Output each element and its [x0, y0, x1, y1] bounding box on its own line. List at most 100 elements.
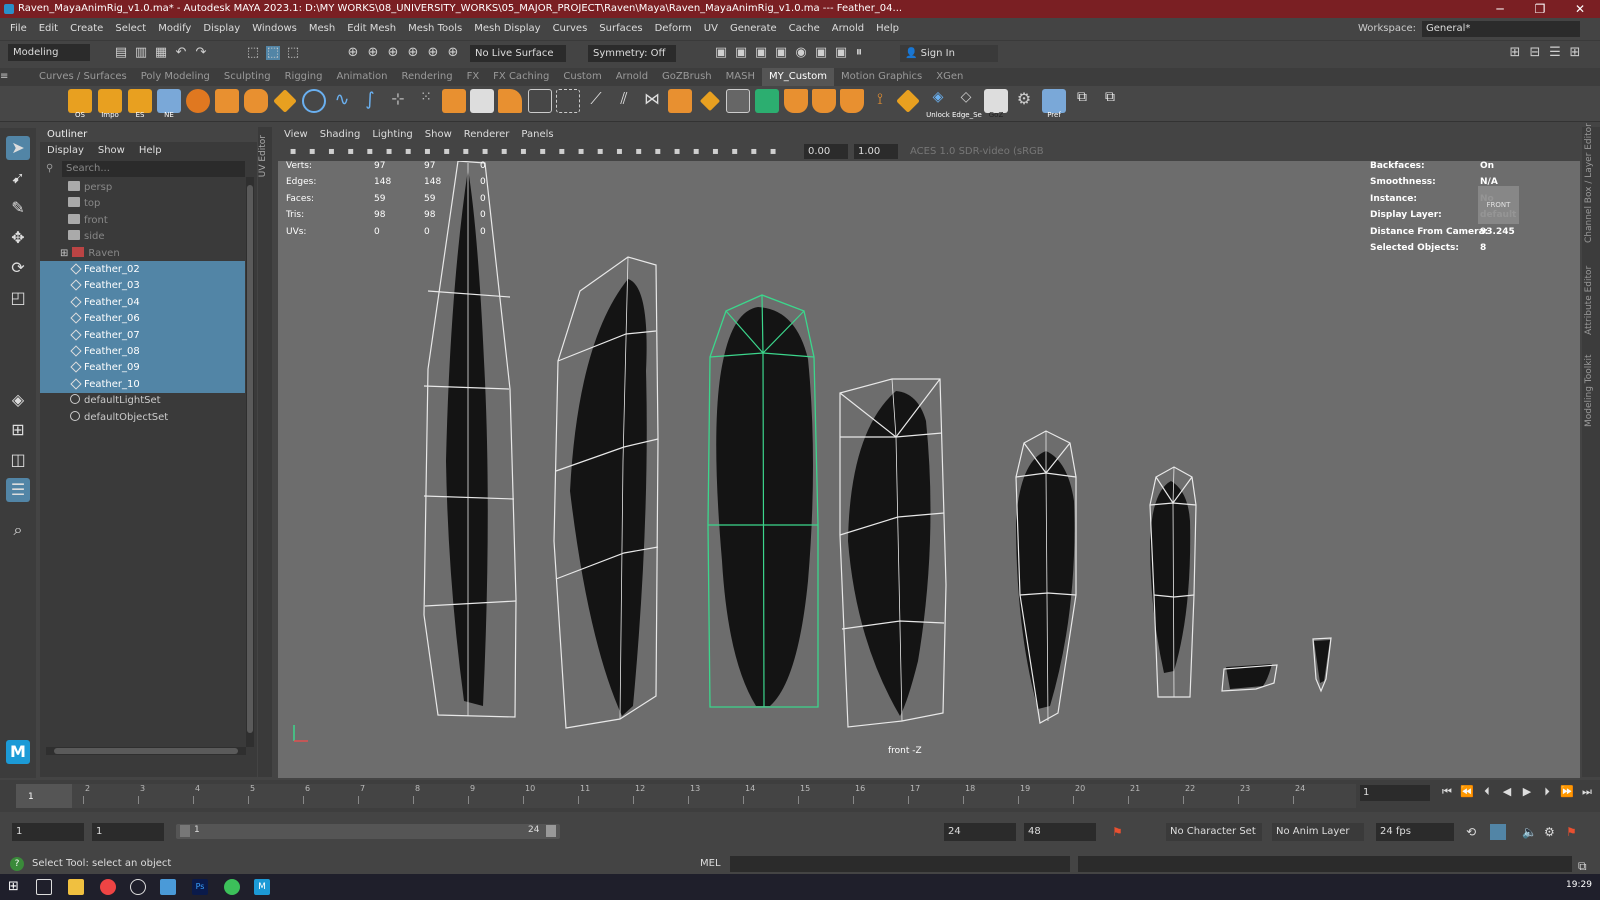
shelf-tab-arnold[interactable]: Arnold [609, 68, 655, 86]
menu-modify[interactable]: Modify [152, 18, 197, 40]
chrome-icon[interactable] [100, 879, 116, 895]
expand-icon[interactable]: ⊞ [60, 248, 68, 259]
modeling-toolkit-tab[interactable]: Modeling Toolkit [1584, 347, 1594, 427]
outliner-item[interactable]: defaultLightSet [40, 392, 245, 409]
playback-start-field[interactable]: 1 [92, 823, 164, 841]
shelf-tab-animation[interactable]: Animation [330, 68, 395, 86]
anim-layer-dropdown[interactable]: No Anim Layer [1272, 823, 1364, 841]
insert-edge-loop-icon[interactable]: ⫽ [612, 89, 636, 113]
outliner-menu-help[interactable]: Help [132, 142, 169, 160]
separate-icon[interactable] [699, 90, 721, 112]
feather-09[interactable] [1221, 664, 1278, 692]
sign-in-button[interactable]: 👤 Sign In [900, 45, 998, 62]
shelf-tab-mash[interactable]: MASH [719, 68, 762, 86]
step-back-key-icon[interactable]: ⏪ [1460, 785, 1474, 799]
maya-task-icon[interactable]: M [254, 879, 270, 895]
feather-04-selected[interactable] [707, 294, 819, 708]
attribute-editor-icon[interactable]: ⊟ [1528, 46, 1542, 60]
outliner-scroll-thumb[interactable] [247, 185, 253, 733]
step-forward-frame-icon[interactable]: ⏵ [1540, 785, 1554, 799]
paint-weights-icon[interactable] [812, 89, 836, 113]
whatsapp-icon[interactable] [224, 879, 240, 895]
auto-key-icon[interactable]: ⚑ [1112, 825, 1123, 839]
outliner-item[interactable]: side [40, 228, 245, 245]
step-back-frame-icon[interactable]: ⏴ [1480, 785, 1494, 799]
outliner-item[interactable]: Feather_09 [40, 359, 245, 377]
current-time-indicator[interactable]: 1 [16, 784, 72, 808]
joint-tool-icon[interactable]: ⊹ [386, 89, 410, 113]
start-icon[interactable]: ⊞ [8, 879, 24, 895]
mel-command-input[interactable] [730, 856, 1070, 872]
shelf-tab-poly-modeling[interactable]: Poly Modeling [134, 68, 217, 86]
select-hierarchy-icon[interactable]: ⬚ [246, 46, 260, 60]
outliner-item[interactable]: Feather_10 [40, 375, 245, 393]
shelf-tab-rendering[interactable]: Rendering [394, 68, 459, 86]
maya-home-icon[interactable]: M [6, 740, 30, 764]
cluster-icon[interactable] [896, 89, 920, 113]
exposure-field[interactable]: 0.00 [804, 144, 848, 159]
snap-grid-icon[interactable]: ⊕ [346, 46, 360, 60]
viewport-menu-renderer[interactable]: Renderer [458, 127, 516, 143]
gate-mask-icon[interactable]: ▪ [459, 145, 473, 159]
outliner-item[interactable]: Feather_02 [40, 261, 245, 278]
field-chart-icon[interactable]: ▪ [478, 145, 492, 159]
python-script-2-icon[interactable]: ⧉ [1098, 89, 1122, 113]
shelf-ne-button[interactable] [157, 89, 181, 113]
app-2-icon[interactable] [160, 879, 176, 895]
uv-editor-icon[interactable] [755, 89, 779, 113]
shelf-tab-fx[interactable]: FX [460, 68, 487, 86]
menu-generate[interactable]: Generate [724, 18, 783, 40]
center-pivot-icon[interactable] [528, 89, 552, 113]
safe-action-icon[interactable]: ▪ [497, 145, 511, 159]
loop-icon[interactable]: ⟲ [1466, 825, 1476, 839]
attribute-editor-tab[interactable]: Attribute Editor [1584, 265, 1594, 335]
shelf-tab-rigging[interactable]: Rigging [278, 68, 330, 86]
ipr-render-icon[interactable]: ▣ [754, 46, 768, 60]
render-view-icon[interactable]: ▣ [834, 46, 848, 60]
shelf-tab-curves-surfaces[interactable]: Curves / Surfaces [32, 68, 134, 86]
hypershade-icon[interactable]: ◉ [794, 46, 808, 60]
photoshop-icon[interactable]: Ps [192, 879, 208, 895]
poly-cylinder-icon[interactable] [244, 89, 268, 113]
modeling-toolkit-icon[interactable]: ⊞ [1508, 46, 1522, 60]
select-tool-icon[interactable]: ➤ [6, 136, 30, 160]
outliner-item[interactable]: Feather_06 [40, 310, 245, 328]
poly-sphere-icon[interactable] [186, 89, 210, 113]
undo-icon[interactable]: ↶ [174, 46, 188, 60]
menu-help[interactable]: Help [870, 18, 905, 40]
shelf-menu-icon[interactable]: ≡ [0, 68, 32, 86]
play-forward-icon[interactable]: ▶ [1520, 785, 1534, 799]
minimize-icon[interactable]: ─ [1480, 0, 1520, 18]
feather-08[interactable] [1149, 466, 1197, 698]
viewport-3d[interactable]: Verts: 97 97 0 Edges: 148 148 0 Faces: 59 59 0 Tris:… [278, 161, 1580, 778]
pause-icon[interactable]: ⏸ [852, 46, 866, 60]
nurbs-circle-icon[interactable] [302, 89, 326, 113]
mirror-weights-icon[interactable] [840, 89, 864, 113]
menu-mesh-tools[interactable]: Mesh Tools [402, 18, 468, 40]
shelf-es-button[interactable] [128, 89, 152, 113]
end-time-field[interactable]: 48 [1024, 823, 1096, 841]
grease-pencil-icon[interactable]: ▪ [363, 145, 377, 159]
menu-windows[interactable]: Windows [246, 18, 303, 40]
filter-icon[interactable]: ⚲ [46, 163, 58, 175]
viewport-menu-panels[interactable]: Panels [515, 127, 559, 143]
range-start-handle[interactable] [180, 825, 190, 837]
multi-cut-icon[interactable]: ⟋ [584, 89, 608, 113]
delete-history-icon[interactable] [726, 89, 750, 113]
snap-surface-icon[interactable]: ⊕ [426, 46, 440, 60]
menu-mesh-display[interactable]: Mesh Display [468, 18, 546, 40]
grid-icon[interactable]: ▪ [401, 145, 415, 159]
open-scene-icon[interactable]: ▥ [134, 46, 148, 60]
playback-end-field[interactable]: 24 [944, 823, 1016, 841]
viewport-menu-shading[interactable]: Shading [314, 127, 367, 143]
camera-attributes-icon[interactable]: ▪ [305, 145, 319, 159]
anti-aliasing-icon[interactable]: ▪ [670, 145, 684, 159]
file-explorer-icon[interactable] [68, 879, 84, 895]
menu-arnold[interactable]: Arnold [826, 18, 870, 40]
menu-set-dropdown[interactable]: Modeling [8, 44, 90, 61]
combine-icon[interactable] [668, 89, 692, 113]
viewport-menu-view[interactable]: View [278, 127, 314, 143]
step-forward-key-icon[interactable]: ⏩ [1560, 785, 1574, 799]
outliner-hscrollbar[interactable] [46, 747, 246, 755]
shelf-tab-xgen[interactable]: XGen [929, 68, 970, 86]
